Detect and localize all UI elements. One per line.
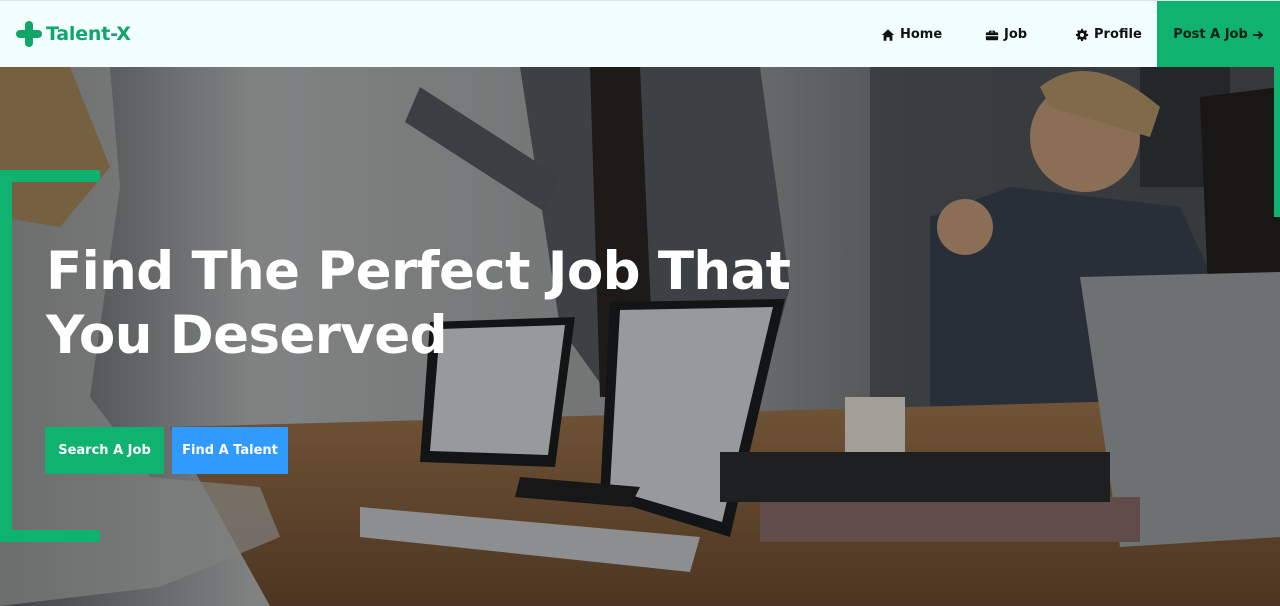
arrow-right-icon	[1252, 30, 1264, 39]
gear-icon	[1075, 28, 1089, 41]
nav-home-label: Home	[900, 27, 943, 42]
home-icon	[881, 28, 895, 41]
nav-home[interactable]: Home	[881, 1, 942, 68]
nav-job[interactable]: Job	[985, 1, 1027, 68]
nav-job-label: Job	[1004, 27, 1028, 42]
post-a-job-button[interactable]: Post A Job	[1157, 1, 1280, 68]
navbar: Talent-X Home Job Profile Post A Job	[0, 0, 1280, 68]
post-a-job-label: Post A Job	[1173, 27, 1248, 42]
hero-section: Find The Perfect Job That You Deserved S…	[0, 67, 1280, 606]
hero-title: Find The Perfect Job That You Deserved	[46, 241, 791, 366]
nav-profile[interactable]: Profile	[1075, 1, 1142, 68]
find-a-talent-button[interactable]: Find A Talent	[172, 427, 288, 474]
brand-logo[interactable]: Talent-X	[16, 21, 131, 47]
nav-profile-label: Profile	[1094, 27, 1142, 42]
search-a-job-button[interactable]: Search A Job	[45, 427, 164, 474]
briefcase-icon	[985, 30, 999, 40]
plus-logo-icon	[16, 21, 42, 47]
brand-name: Talent-X	[46, 23, 131, 45]
scroll-indicator[interactable]	[1274, 67, 1280, 217]
